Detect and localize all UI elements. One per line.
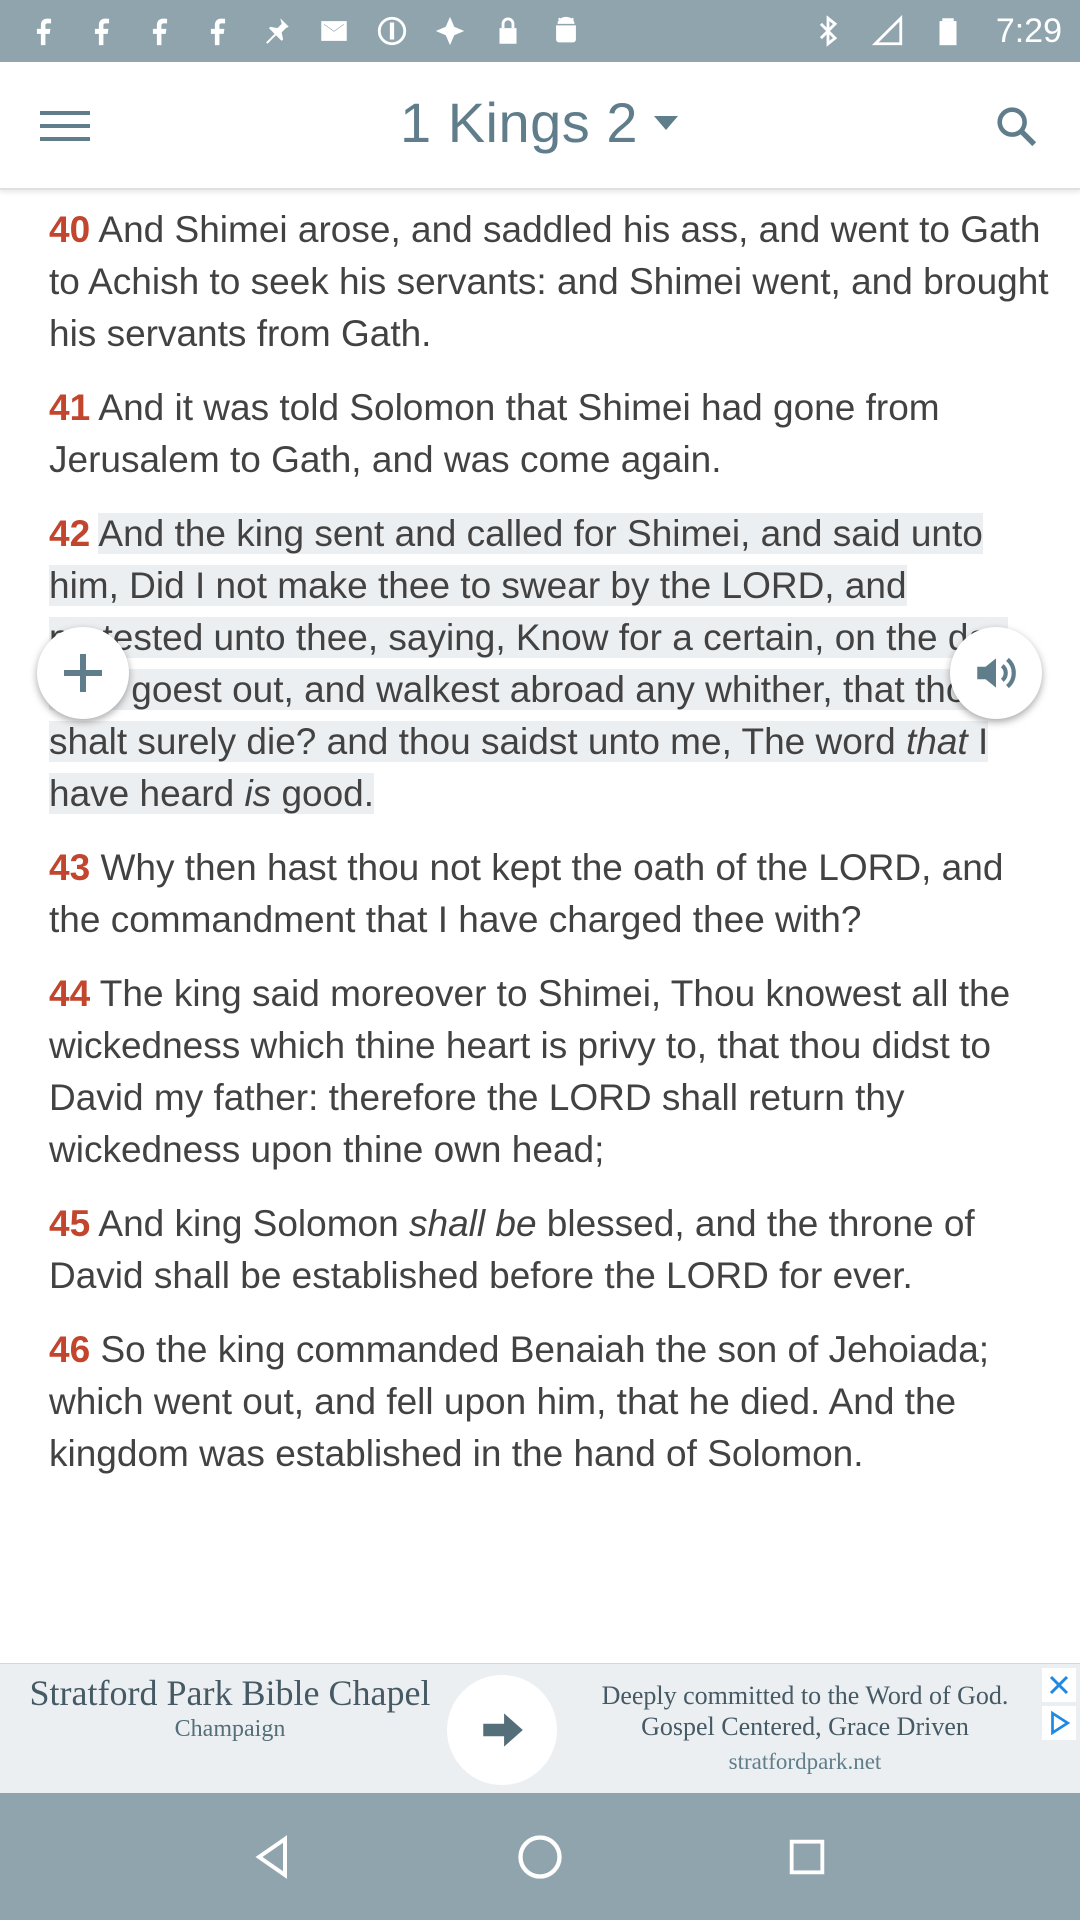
verse-italic-word: that bbox=[905, 721, 968, 762]
verse-40[interactable]: 40 And Shimei arose, and saddled his ass… bbox=[49, 204, 1059, 360]
verse-43[interactable]: 43 Why then hast thou not kept the oath … bbox=[49, 842, 1059, 946]
verse-number: 43 bbox=[49, 847, 91, 888]
verse-44[interactable]: 44 The king said moreover to Shimei, Tho… bbox=[49, 968, 1059, 1176]
verse-text: The king said moreover to Shimei, Thou k… bbox=[49, 973, 1011, 1170]
chapter-selector[interactable]: 1 Kings 2 bbox=[0, 90, 1080, 155]
verse-text: Why then hast thou not kept the oath of … bbox=[49, 847, 1004, 940]
ad-open-button[interactable] bbox=[447, 1675, 557, 1785]
speaker-icon bbox=[977, 657, 1016, 689]
plus-icon bbox=[64, 654, 102, 692]
verse-text: And king Solomon bbox=[98, 1203, 409, 1244]
add-note-button[interactable] bbox=[37, 627, 129, 719]
battery-icon bbox=[930, 13, 966, 49]
ad-banner[interactable]: Stratford Park Bible Chapel Champaign De… bbox=[0, 1663, 1080, 1793]
verse-number: 44 bbox=[49, 973, 91, 1014]
verse-number: 45 bbox=[49, 1203, 91, 1244]
dropdown-arrow-icon bbox=[654, 115, 678, 130]
notification-icons bbox=[26, 13, 584, 49]
verse-text: And the king sent and called for Shimei,… bbox=[49, 513, 1008, 762]
verse-text-highlighted: And the king sent and called for Shimei,… bbox=[49, 513, 1008, 814]
status-bar: 7:29 bbox=[0, 0, 1080, 62]
fake-gps-icon bbox=[432, 13, 468, 49]
chapter-title: 1 Kings 2 bbox=[400, 91, 638, 154]
verse-42[interactable]: 42 And the king sent and called for Shim… bbox=[49, 508, 1059, 820]
verse-text: So the king commanded Benaiah the son of… bbox=[49, 1329, 990, 1474]
recents-square-icon[interactable] bbox=[767, 1817, 847, 1897]
arrow-right-icon bbox=[483, 1713, 523, 1747]
search-icon[interactable] bbox=[990, 100, 1042, 152]
back-triangle-icon[interactable] bbox=[233, 1817, 313, 1897]
no-signal-icon bbox=[870, 13, 906, 49]
audio-play-button[interactable] bbox=[950, 627, 1042, 719]
verse-text: good. bbox=[271, 773, 375, 814]
app-bar: 1 Kings 2 bbox=[0, 62, 1080, 190]
verse-number: 46 bbox=[49, 1329, 91, 1370]
verse-number: 40 bbox=[49, 209, 91, 250]
verse-text: And Shimei arose, and saddled his ass, a… bbox=[49, 209, 1049, 354]
android-icon bbox=[548, 13, 584, 49]
facebook-icon bbox=[26, 13, 62, 49]
home-circle-icon[interactable] bbox=[500, 1817, 580, 1897]
ad-tagline: Deeply committed to the Word of God. Gos… bbox=[601, 1681, 1009, 1741]
system-navigation-bar bbox=[0, 1793, 1080, 1920]
verse-number: 41 bbox=[49, 387, 91, 428]
ad-choices-icon[interactable] bbox=[1042, 1706, 1076, 1740]
ad-close-icon[interactable] bbox=[1042, 1668, 1076, 1702]
clock: 7:29 bbox=[995, 11, 1062, 50]
verse-text: And it was told Solomon that Shimei had … bbox=[49, 387, 940, 480]
ad-url: stratfordpark.net bbox=[728, 1749, 882, 1774]
system-status-icons: 7:29 bbox=[810, 12, 1062, 51]
facebook-icon bbox=[200, 13, 236, 49]
verse-46[interactable]: 46 So the king commanded Benaiah the son… bbox=[49, 1324, 1059, 1480]
verse-italic-word: shall be bbox=[409, 1203, 537, 1244]
verse-number: 42 bbox=[49, 513, 91, 554]
verse-italic-word: is bbox=[244, 773, 272, 814]
ad-title: Stratford Park Bible Chapel bbox=[29, 1673, 431, 1713]
lock-icon bbox=[490, 13, 526, 49]
mail-icon bbox=[316, 13, 352, 49]
verse-41[interactable]: 41 And it was told Solomon that Shimei h… bbox=[49, 382, 1059, 486]
facebook-icon bbox=[84, 13, 120, 49]
ad-description[interactable]: Deeply committed to the Word of God. Gos… bbox=[570, 1680, 1040, 1777]
facebook-icon bbox=[142, 13, 178, 49]
ad-advertiser[interactable]: Stratford Park Bible Chapel Champaign bbox=[10, 1670, 450, 1743]
verse-45[interactable]: 45 And king Solomon shall be blessed, an… bbox=[49, 1198, 1059, 1302]
no-sim-icon bbox=[374, 13, 410, 49]
chapter-text: 40 And Shimei arose, and saddled his ass… bbox=[49, 204, 1059, 1502]
bluetooth-icon bbox=[810, 13, 846, 49]
pin-icon bbox=[258, 13, 294, 49]
ad-subtitle: Champaign bbox=[174, 1716, 286, 1742]
